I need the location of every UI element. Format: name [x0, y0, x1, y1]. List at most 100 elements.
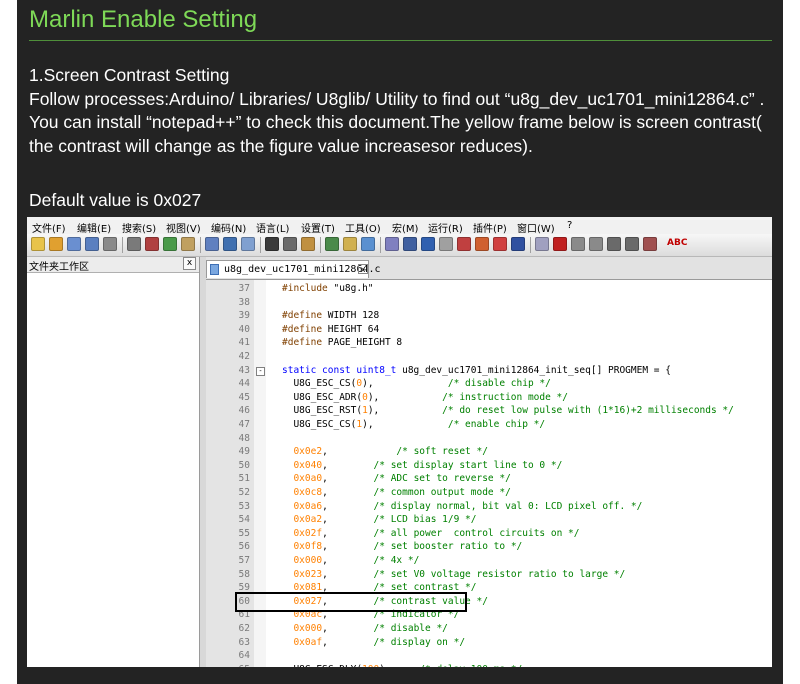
code-line[interactable]: 43- static const uint8_t u8g_dev_uc1701_m…	[206, 364, 772, 378]
menu-item[interactable]: 编辑(E)	[77, 220, 111, 235]
code-line[interactable]: 39 #define WIDTH 128	[206, 309, 772, 323]
code-line[interactable]: 62 0x000, /* disable */	[206, 622, 772, 636]
code-line[interactable]: 46 U8G_ESC_RST(1), /* do reset low pulse…	[206, 404, 772, 418]
code-line[interactable]: 44 U8G_ESC_CS(0), /* disable chip */	[206, 377, 772, 391]
code-text: #include "u8g.h"	[282, 283, 374, 294]
play-macro-icon[interactable]	[589, 237, 603, 251]
menu-item[interactable]: 窗口(W)	[517, 220, 555, 235]
code-line[interactable]: 53 0x0a6, /* display normal, bit val 0: …	[206, 500, 772, 514]
menu-item[interactable]: 语言(L)	[256, 220, 289, 235]
code-line[interactable]: 37 #include "u8g.h"	[206, 282, 772, 296]
word-wrap-icon[interactable]	[385, 237, 399, 251]
function-list-icon[interactable]	[475, 237, 489, 251]
menu-item[interactable]: 搜索(S)	[122, 220, 156, 235]
code-line[interactable]: 58 0x023, /* set V0 voltage resistor rat…	[206, 568, 772, 582]
monitor-icon[interactable]	[511, 237, 525, 251]
code-line[interactable]: 54 0x0a2, /* LCD bias 1/9 */	[206, 513, 772, 527]
menu-item[interactable]: 插件(P)	[473, 220, 507, 235]
print-icon[interactable]	[145, 237, 159, 251]
code-line[interactable]: 63 0x0af, /* display on */	[206, 636, 772, 650]
sync-vertical-icon[interactable]	[343, 237, 357, 251]
code-text: 0x02f, /* all power control circuits on …	[293, 527, 580, 539]
show-all-chars-icon[interactable]	[403, 237, 417, 251]
code-text: 0x0a2, /* LCD bias 1/9 */	[293, 514, 477, 526]
code-line[interactable]: 42	[206, 350, 772, 364]
tab-file[interactable]: u8g_dev_uc1701_mini12864.c x	[206, 260, 381, 278]
line-number: 50	[238, 459, 250, 471]
save-all-icon[interactable]	[85, 237, 99, 251]
save-icon[interactable]	[67, 237, 81, 251]
fold-toggle-icon[interactable]: -	[256, 366, 265, 376]
code-text: 0x0a0, /* ADC set to reverse */	[293, 473, 511, 485]
line-number: 55	[238, 527, 250, 539]
toolbar-separator	[122, 237, 123, 253]
close-all-icon[interactable]	[127, 237, 141, 251]
code-text: #define HEIGHT 64	[282, 323, 380, 335]
menu-item[interactable]: 运行(R)	[428, 220, 463, 235]
code-line[interactable]: 40 #define HEIGHT 64	[206, 323, 772, 337]
code-line[interactable]: 47 U8G_ESC_CS(1), /* enable chip */	[206, 418, 772, 432]
menu-item[interactable]: 文件(F)	[32, 220, 66, 235]
close-icon[interactable]	[103, 237, 117, 251]
code-line[interactable]: 57 0x000, /* 4x */	[206, 554, 772, 568]
section-paragraph: Follow processes:Arduino/ Libraries/ U8g…	[29, 88, 765, 156]
code-line[interactable]: 48	[206, 432, 772, 446]
save-macro-icon[interactable]	[625, 237, 639, 251]
line-number: 53	[238, 500, 250, 512]
menu-item[interactable]: 编码(N)	[211, 220, 246, 235]
line-number: 45	[238, 391, 250, 403]
code-text: U8G_ESC_RST(1), /* do reset low pulse wi…	[282, 405, 734, 417]
indent-guide-icon[interactable]	[421, 237, 435, 251]
line-number: 57	[238, 555, 250, 566]
language-icon[interactable]	[439, 237, 453, 251]
replace-icon[interactable]	[283, 237, 297, 251]
run-macro-icon[interactable]	[607, 237, 621, 251]
line-number: 63	[238, 636, 250, 648]
open-file-icon[interactable]	[49, 237, 63, 251]
code-line[interactable]: 55 0x02f, /* all power control circuits …	[206, 527, 772, 541]
menu-item[interactable]: ?	[567, 220, 572, 231]
copy-icon[interactable]	[181, 237, 195, 251]
panel-close-icon[interactable]: x	[183, 257, 196, 270]
code-text: U8G_ESC_ADR(0), /* instruction mode */	[282, 391, 569, 403]
tab-close-icon[interactable]: x	[358, 264, 368, 274]
spell-check-abc-icon[interactable]: ABC	[667, 238, 687, 248]
folder-icon[interactable]	[493, 237, 507, 251]
line-number: 62	[238, 623, 250, 634]
code-line[interactable]: 49 0x0e2, /* soft reset */	[206, 445, 772, 459]
doc-map-icon[interactable]	[457, 237, 471, 251]
stop-record-icon[interactable]	[571, 237, 585, 251]
cut-icon[interactable]	[163, 237, 177, 251]
code-line[interactable]: 65 U8G_ESC_DLY(100), /* delay 100 ms */	[206, 663, 772, 667]
paste-icon[interactable]	[205, 237, 219, 251]
code-line[interactable]: 41 #define PAGE_HEIGHT 8	[206, 336, 772, 350]
spell-check-icon[interactable]	[643, 237, 657, 251]
line-number: 44	[238, 378, 250, 390]
code-text: 0x040, /* set display start line to 0 */	[293, 459, 563, 471]
new-file-icon[interactable]	[31, 237, 45, 251]
code-line[interactable]: 51 0x0a0, /* ADC set to reverse */	[206, 472, 772, 486]
menu-item[interactable]: 视图(V)	[166, 220, 201, 235]
code-line[interactable]: 38	[206, 296, 772, 310]
toolbar-separator	[380, 237, 381, 253]
sync-horizontal-icon[interactable]	[361, 237, 375, 251]
code-line[interactable]: 56 0x0f8, /* set booster ratio to */	[206, 540, 772, 554]
menu-item[interactable]: 设置(T)	[301, 220, 335, 235]
toolbar-separator	[260, 237, 261, 253]
menu-item[interactable]: 宏(M)	[392, 220, 418, 235]
line-number: 37	[238, 283, 250, 294]
menu-item[interactable]: 工具(O)	[345, 220, 381, 235]
code-line[interactable]: 45 U8G_ESC_ADR(0), /* instruction mode *…	[206, 391, 772, 405]
file-icon	[210, 264, 219, 275]
eye-icon[interactable]	[535, 237, 549, 251]
find-icon[interactable]	[265, 237, 279, 251]
code-line[interactable]: 50 0x040, /* set display start line to 0…	[206, 459, 772, 473]
code-line[interactable]: 64	[206, 649, 772, 663]
zoom-out-icon[interactable]	[325, 237, 339, 251]
zoom-in-icon[interactable]	[301, 237, 315, 251]
code-line[interactable]: 52 0x0c8, /* common output mode */	[206, 486, 772, 500]
record-macro-icon[interactable]	[553, 237, 567, 251]
contrast-highlight-frame	[235, 592, 467, 612]
redo-icon[interactable]	[241, 237, 255, 251]
undo-icon[interactable]	[223, 237, 237, 251]
